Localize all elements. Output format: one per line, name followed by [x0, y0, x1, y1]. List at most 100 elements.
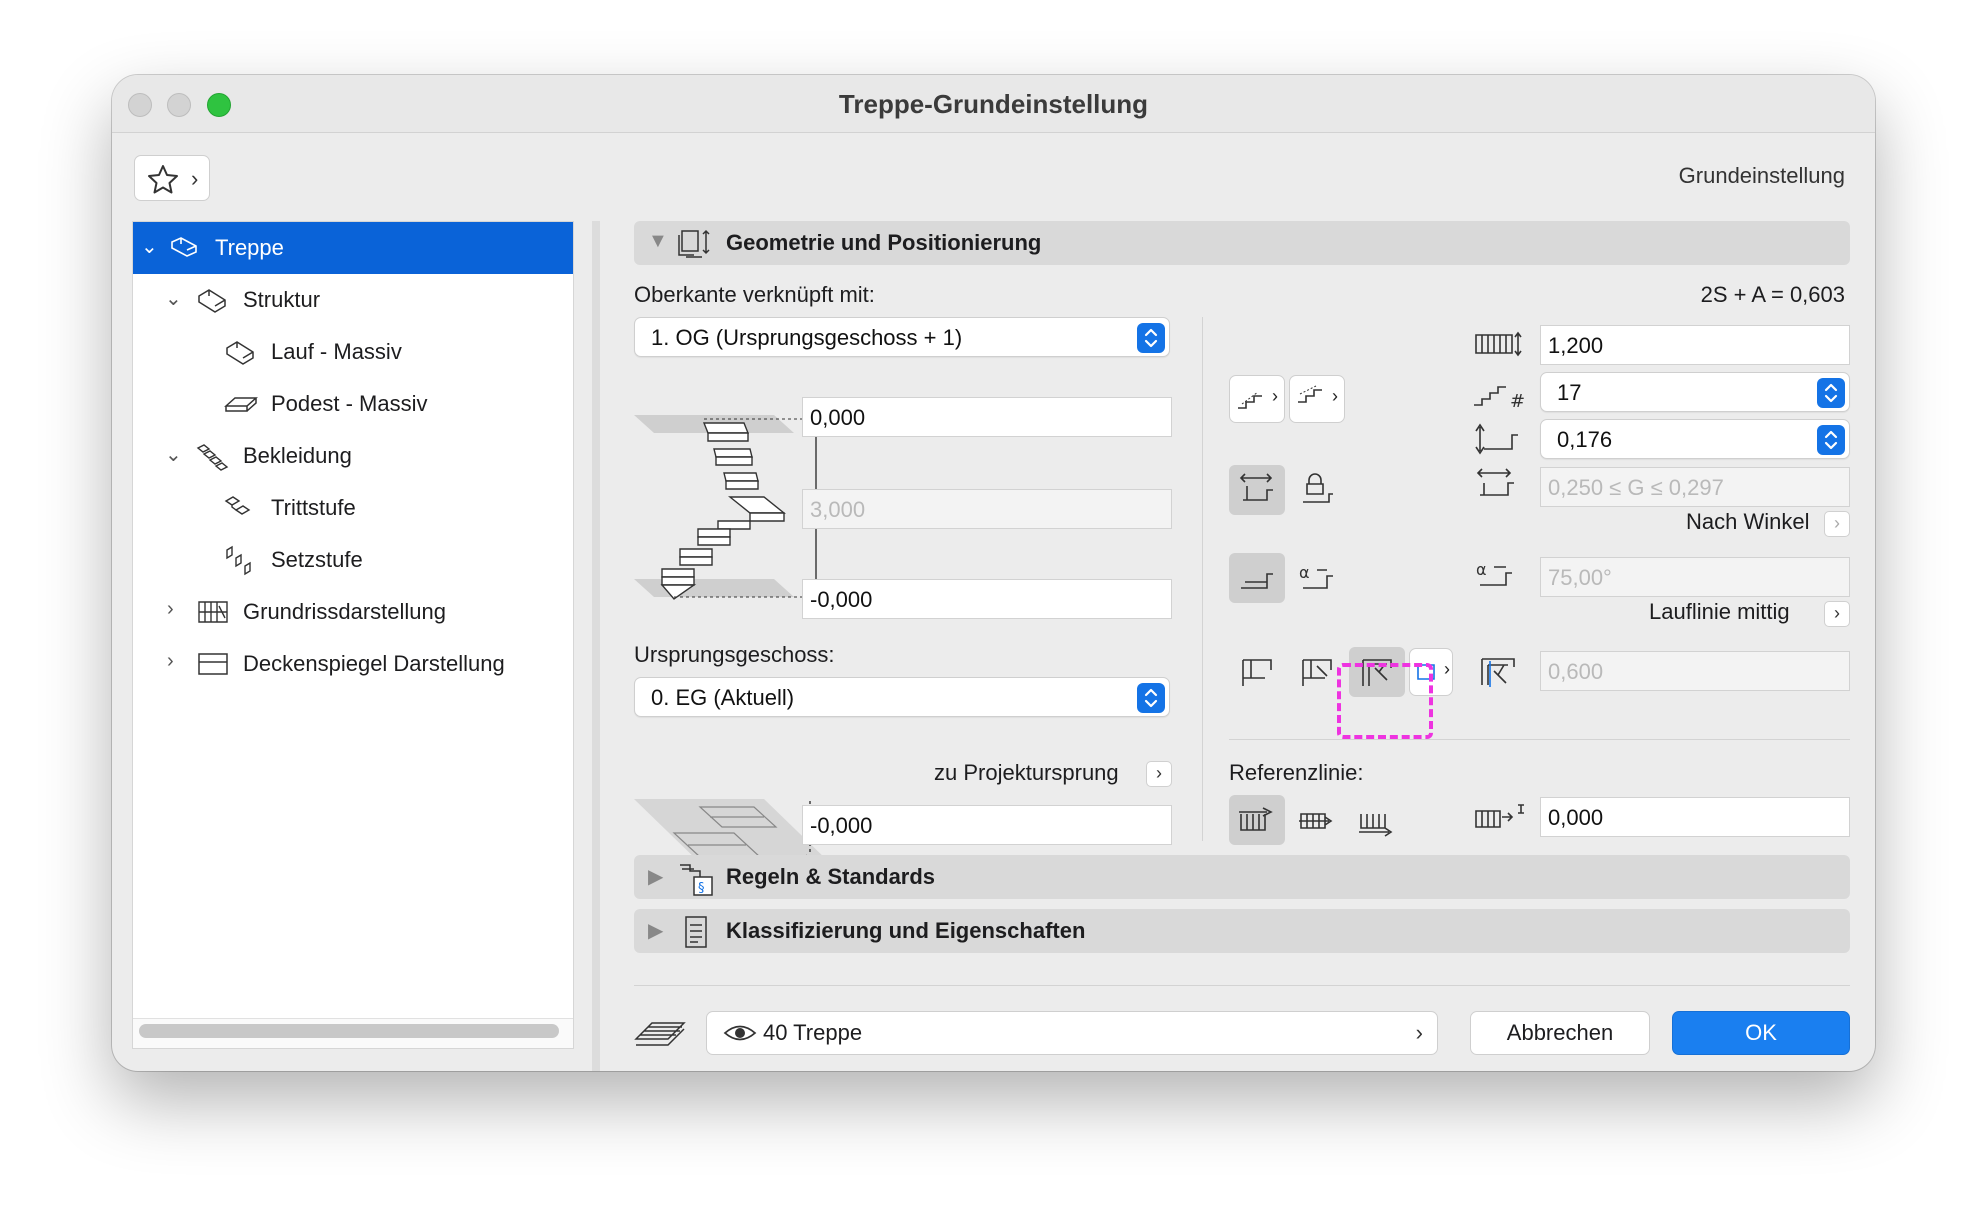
section-title: Geometrie und Positionierung [726, 230, 1042, 255]
going-range-input: 0,250 ≤ G ≤ 0,297 [1540, 467, 1850, 507]
stair-profile-icon [1241, 573, 1273, 589]
reference-center-button[interactable] [1289, 795, 1345, 845]
reference-right-icon [1359, 814, 1393, 837]
chevron-right-icon[interactable]: › [167, 650, 174, 673]
triangle-right-icon[interactable]: ▶ [648, 864, 663, 889]
tread-icon [224, 496, 251, 515]
angle-input: 75,00° [1540, 557, 1850, 597]
reference-line-label: Referenzlinie: [1229, 760, 1364, 785]
going-depth-icon [1239, 473, 1273, 501]
tree-item-struktur[interactable]: ⌄ Struktur [133, 274, 573, 326]
stair-up-icon [1238, 391, 1262, 409]
walkline-label: Lauflinie mittig [1649, 599, 1790, 624]
angle-lock-button[interactable]: α [1289, 553, 1345, 603]
tree-horizontal-scrollbar[interactable] [139, 1024, 559, 1038]
select-stepper[interactable] [1817, 425, 1845, 455]
tree-item-grundrissdarstellung[interactable]: › Grundrissdarstellung [133, 586, 573, 638]
select-stepper[interactable] [1137, 683, 1165, 713]
chevron-down-icon[interactable]: ⌄ [165, 442, 182, 467]
reference-right-button[interactable] [1349, 795, 1405, 845]
tree-item-label: Deckenspiegel Darstellung [243, 651, 505, 676]
svg-text:α: α [1476, 560, 1487, 579]
tree-item-label: Treppe [215, 235, 284, 260]
chevron-down-icon[interactable]: ⌄ [165, 286, 182, 311]
chevron-right-icon: › [1834, 513, 1840, 533]
eye-icon [723, 1025, 757, 1041]
triangle-right-icon[interactable]: ▶ [648, 918, 663, 943]
chevron-right-icon[interactable]: › [167, 598, 174, 621]
tree-item-label: Trittstufe [271, 495, 356, 520]
updown-chevron-icon [1824, 430, 1838, 450]
going-range-icon [1476, 468, 1514, 496]
tree-item-bekleidung[interactable]: ⌄ Bekleidung [133, 430, 573, 482]
home-story-select[interactable]: 0. EG (Aktuell) [634, 677, 1170, 717]
ok-button[interactable]: OK [1672, 1011, 1850, 1055]
updown-chevron-icon [1144, 688, 1158, 708]
riser-height-icon [1475, 423, 1518, 455]
settings-tree[interactable]: ⌄ Treppe ⌄ Struktur Lauf - Massiv Podest… [132, 221, 574, 1049]
riser-count-select[interactable]: 17 [1540, 372, 1850, 412]
reference-offset-icon [1475, 804, 1524, 828]
svg-text:α: α [1299, 563, 1310, 582]
tree-item-deckenspiegel[interactable]: › Deckenspiegel Darstellung [133, 638, 573, 690]
project-zero-input[interactable]: -0,000 [802, 805, 1172, 845]
bottom-offset-input[interactable]: -0,000 [802, 579, 1172, 619]
stair-down-mode-button[interactable]: › [1289, 375, 1345, 423]
cancel-button[interactable]: Abbrechen [1470, 1011, 1650, 1055]
updown-chevron-icon [1824, 383, 1838, 403]
tree-item-trittstufe[interactable]: Trittstufe [133, 482, 573, 534]
top-linked-label: Oberkante verknüpft mit: [634, 282, 875, 307]
stair-down-icon [1298, 385, 1322, 403]
select-stepper[interactable] [1137, 323, 1165, 353]
stair-width-input[interactable]: 1,200 [1540, 325, 1850, 365]
ceiling-plan-icon [198, 653, 228, 675]
favorites-button[interactable]: › [134, 155, 210, 201]
reference-offset-input[interactable]: 0,000 [1540, 797, 1850, 837]
going-depth-button[interactable] [1229, 465, 1285, 515]
reference-left-button[interactable] [1229, 795, 1285, 845]
walkline-chevron-button[interactable]: › [1824, 601, 1850, 627]
riser-height-select[interactable]: 0,176 [1540, 419, 1850, 459]
select-stepper[interactable] [1817, 378, 1845, 408]
layer-select[interactable]: 40 Treppe › [706, 1011, 1438, 1055]
top-linked-select[interactable]: 1. OG (Ursprungsgeschoss + 1) [634, 317, 1170, 357]
project-zero-chevron-button[interactable]: › [1146, 761, 1172, 787]
formula-readout: 2S + A = 0,603 [1700, 282, 1845, 307]
star-icon [148, 165, 178, 194]
by-angle-chevron-button[interactable]: › [1824, 511, 1850, 537]
select-value: 1. OG (Ursprungsgeschoss + 1) [651, 325, 963, 350]
stair-mode-segment[interactable]: › › [1229, 375, 1347, 423]
chevron-down-icon[interactable]: ⌄ [141, 234, 158, 259]
stair-up-mode-button[interactable]: › [1229, 375, 1285, 423]
chevron-right-icon: › [191, 166, 199, 191]
tree-item-podest-massiv[interactable]: Podest - Massiv [133, 378, 573, 430]
tree-item-label: Lauf - Massiv [271, 339, 402, 364]
svg-text:§: § [698, 881, 705, 896]
riser-icon [226, 545, 251, 576]
section-title: Regeln & Standards [726, 864, 936, 889]
svg-text:#: # [1510, 391, 1525, 411]
classification-section-header[interactable]: ▶ Klassifizierung und Eigenschaften [634, 909, 1850, 953]
project-zero-label: zu Projektursprung [934, 760, 1119, 785]
tree-item-label: Struktur [243, 287, 321, 312]
rules-section-header[interactable]: ▶ § Regeln & Standards [634, 855, 1850, 899]
window-title: Treppe-Grundeinstellung [838, 89, 1149, 119]
walkline-offset-icon [1481, 658, 1515, 687]
geometry-section-header[interactable]: ▼ Geometrie und Positionierung [634, 221, 1850, 265]
tree-item-lauf-massiv[interactable]: Lauf - Massiv [133, 326, 573, 378]
tree-item-setzstufe[interactable]: Setzstufe [133, 534, 573, 586]
structure-icon [198, 289, 226, 313]
lock-icon [1303, 473, 1333, 503]
walkline-annotation-highlight [1337, 663, 1433, 739]
pane-splitter[interactable] [592, 221, 600, 1071]
column-divider [1202, 317, 1203, 841]
triangle-down-icon[interactable]: ▼ [648, 230, 668, 253]
tree-item-treppe[interactable]: ⌄ Treppe [133, 222, 573, 274]
top-offset-input[interactable]: 0,000 [802, 397, 1172, 437]
stair-angle-mode-button[interactable] [1229, 553, 1285, 603]
going-lock-button[interactable] [1289, 465, 1345, 515]
height-input: 3,000 [802, 489, 1172, 529]
reference-center-icon [1299, 813, 1333, 829]
stair-icon [171, 237, 197, 257]
walkline-left-button[interactable] [1229, 647, 1285, 697]
